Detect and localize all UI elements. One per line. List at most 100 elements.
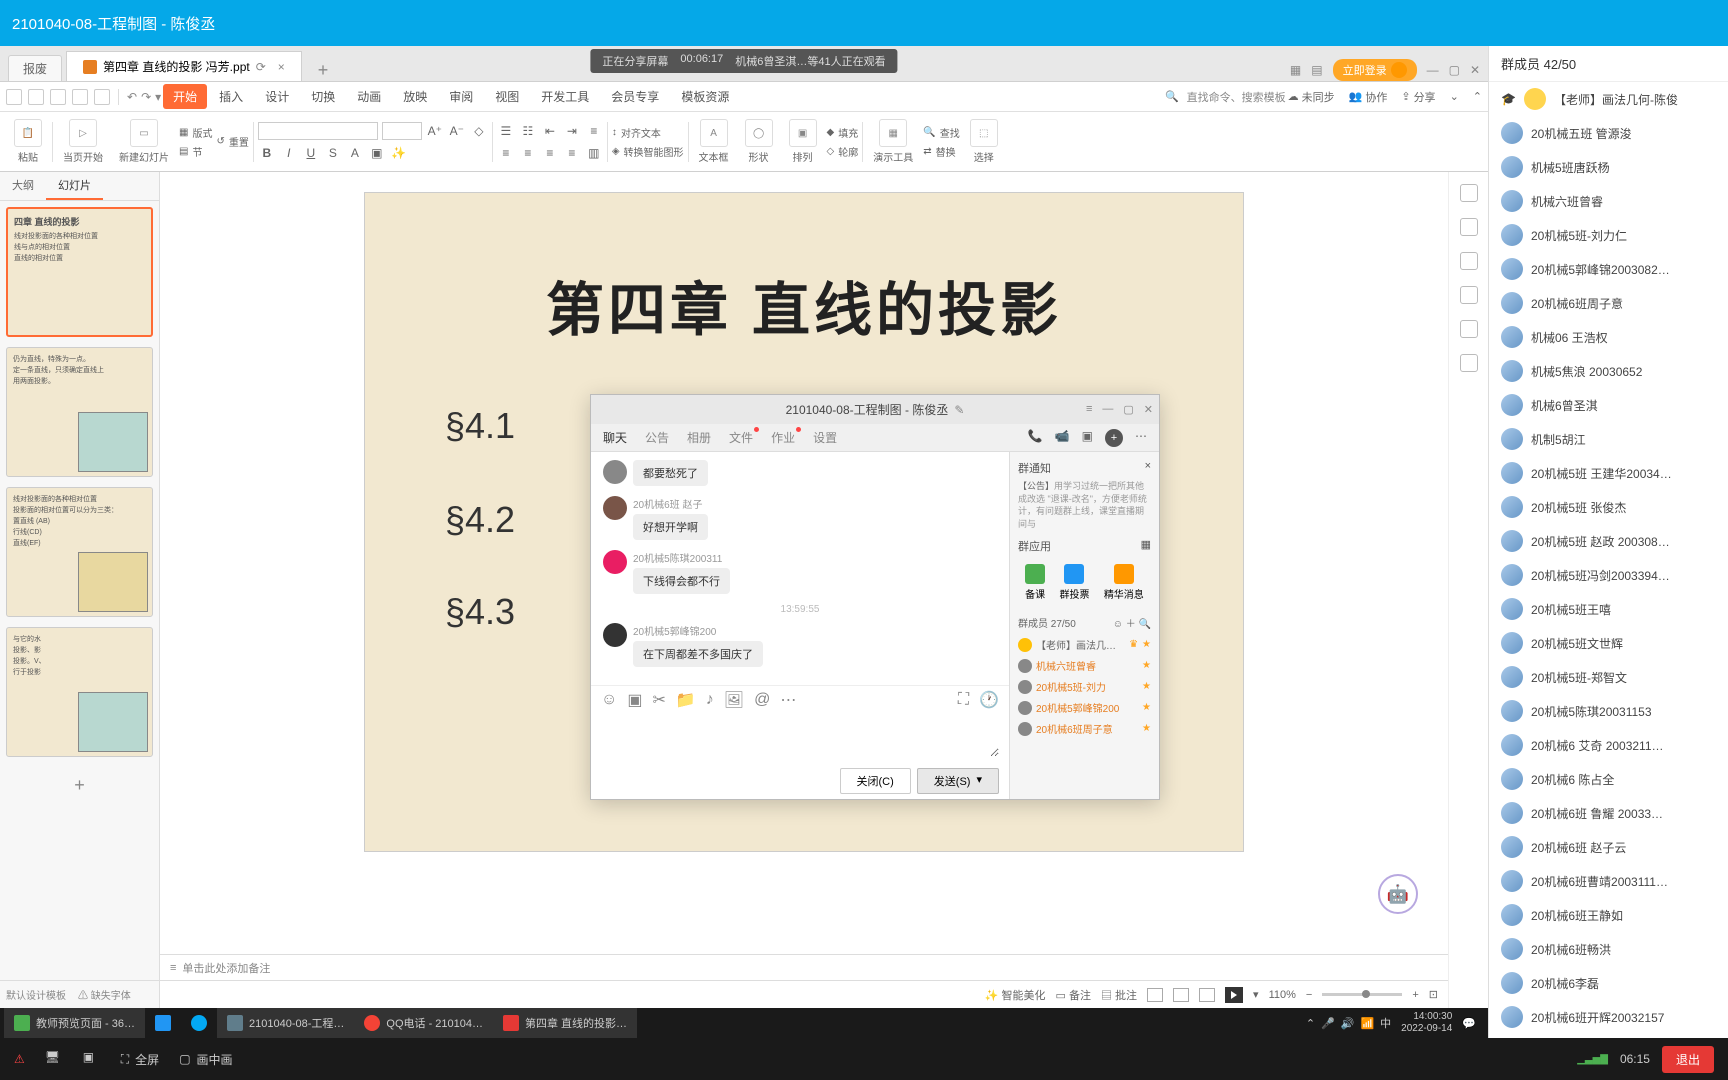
menu-transition[interactable]: 切换 <box>301 84 345 109</box>
participant-row[interactable]: 🎓【老师】画法几何-陈俊 <box>1489 82 1728 116</box>
menu-dev[interactable]: 开发工具 <box>531 84 599 109</box>
layout-icon[interactable]: ▤ <box>1311 63 1322 77</box>
exit-button[interactable]: 退出 <box>1662 1046 1714 1073</box>
notes-toggle[interactable]: ▭ 备注 <box>1056 987 1091 1003</box>
at-icon[interactable]: @ <box>754 691 770 709</box>
menu-vip[interactable]: 会员专享 <box>601 84 669 109</box>
participant-row[interactable]: 20机械5班-刘力仁 <box>1489 218 1728 252</box>
thumb-4[interactable]: 与它的水 投影、影 投影。V、 行于投影 <box>6 627 153 757</box>
add-icon[interactable]: ☺ <box>1113 619 1123 630</box>
dropdown-icon[interactable]: ▾ <box>155 90 161 104</box>
avatar-icon[interactable] <box>603 550 627 574</box>
sync-button[interactable]: ☁ 未同步 <box>1288 89 1335 105</box>
apps-grid-icon[interactable]: ▦ <box>1141 538 1151 554</box>
align-right-icon[interactable]: ≡ <box>541 144 559 162</box>
app-essence[interactable]: 精华消息 <box>1104 564 1144 601</box>
find-icon[interactable]: 🔍 <box>923 127 935 138</box>
clear-fmt-icon[interactable]: ◇ <box>470 122 488 140</box>
font-select[interactable] <box>258 122 378 140</box>
participant-row[interactable]: 20机械6班周子意 <box>1489 286 1728 320</box>
replace-icon[interactable]: ⇄ <box>923 146 931 157</box>
menu-insert[interactable]: 插入 <box>209 84 253 109</box>
taskbar-item[interactable] <box>181 1008 217 1038</box>
wifi-icon[interactable]: 📶 <box>1360 1017 1374 1030</box>
fullscreen-button[interactable]: ⛶ 全屏 <box>121 1051 159 1068</box>
minimize-icon[interactable]: — <box>1102 403 1113 416</box>
screen-share-icon[interactable]: ▣ <box>1082 429 1093 447</box>
close-icon[interactable]: ✕ <box>1144 403 1153 416</box>
layout-icon[interactable]: ▦ <box>179 127 188 138</box>
pip-button[interactable]: ▢ 画中画 <box>179 1051 232 1068</box>
menu-template[interactable]: 模板资源 <box>671 84 739 109</box>
image-icon[interactable]: 🖼 <box>724 690 744 710</box>
avatar-icon[interactable] <box>603 496 627 520</box>
fit-icon[interactable]: ⊡ <box>1429 988 1438 1001</box>
minimize-icon[interactable]: — <box>1427 63 1439 77</box>
qq-tab-chat[interactable]: 聊天 <box>603 429 627 446</box>
more-tools-icon[interactable]: ⋯ <box>780 690 796 710</box>
participant-row[interactable]: 20机械5班 赵政 200308… <box>1489 524 1728 558</box>
add-member-icon[interactable]: ＋ <box>1126 619 1136 630</box>
tool-3-icon[interactable] <box>1460 252 1478 270</box>
add-tab-button[interactable]: + <box>310 60 337 81</box>
qq-titlebar[interactable]: 2101040-08-工程制图 - 陈俊丞 ✎ ≡ — ▢ ✕ <box>591 395 1159 424</box>
participant-row[interactable]: 机械5焦浪 20030652 <box>1489 354 1728 388</box>
italic-icon[interactable]: I <box>280 144 298 162</box>
tool-2-icon[interactable] <box>1460 218 1478 236</box>
participant-row[interactable]: 机械06 王浩权 <box>1489 320 1728 354</box>
member-row[interactable]: 20机械5郭峰锦200 ★ <box>1018 697 1151 718</box>
taskbar-item[interactable]: 教师预览页面 - 36… <box>4 1008 145 1038</box>
comments-toggle[interactable]: ▤ 批注 <box>1101 987 1137 1003</box>
qq-tab-homework[interactable]: 作业 <box>771 429 795 446</box>
tool-select[interactable]: ⬚ 选择 <box>964 119 1004 164</box>
participant-row[interactable]: 20机械5班 王建华20034… <box>1489 456 1728 490</box>
participant-row[interactable]: 20机械6班开辉20032157 <box>1489 1000 1728 1034</box>
participant-row[interactable]: 20机械5郭峰锦2003082… <box>1489 252 1728 286</box>
more-icon[interactable]: ⋯ <box>1135 429 1147 447</box>
music-icon[interactable]: ♪ <box>706 691 714 709</box>
tool-5-icon[interactable] <box>1460 320 1478 338</box>
qq-tab-file[interactable]: 文件 <box>729 429 753 446</box>
effects-icon[interactable]: ✨ <box>390 144 408 162</box>
participant-row[interactable]: 20机械6班王静如 <box>1489 898 1728 932</box>
participant-row[interactable]: 20机械5班-郑智文 <box>1489 660 1728 694</box>
notes-bar[interactable]: ≡ 单击此处添加备注 <box>160 954 1448 980</box>
qq-tab-notice[interactable]: 公告 <box>645 429 669 446</box>
menu-slideshow[interactable]: 放映 <box>393 84 437 109</box>
tool-1-icon[interactable] <box>1460 184 1478 202</box>
refresh-icon[interactable]: ⟳ <box>256 60 266 74</box>
gif-icon[interactable]: ▣ <box>627 690 642 710</box>
folder-icon[interactable]: 📁 <box>676 690 696 710</box>
smartart-icon[interactable]: ◈ <box>612 146 620 157</box>
add-slide-button[interactable]: + <box>6 767 153 804</box>
align-center-icon[interactable]: ≡ <box>519 144 537 162</box>
coop-button[interactable]: 👥 协作 <box>1349 89 1388 105</box>
text-direction-icon[interactable]: ↕ <box>612 127 617 138</box>
avatar-icon[interactable] <box>603 623 627 647</box>
taskbar-item[interactable] <box>145 1008 181 1038</box>
participant-row[interactable]: 20机械5班王嘻 <box>1489 592 1728 626</box>
save-icon[interactable] <box>50 89 66 105</box>
tool-demo[interactable]: ▦ 演示工具 <box>867 119 919 164</box>
participant-row[interactable]: 机械6曾圣淇 <box>1489 388 1728 422</box>
line-spacing-icon[interactable]: ≡ <box>585 122 603 140</box>
zoom-slider[interactable] <box>1322 993 1402 996</box>
nav-tab-outline[interactable]: 大纲 <box>0 172 46 200</box>
expand-icon[interactable]: ⛶ <box>958 691 969 709</box>
member-row[interactable]: 【老师】画法几… ♛ ★ <box>1018 634 1151 655</box>
menu-animation[interactable]: 动画 <box>347 84 391 109</box>
participant-row[interactable]: 20级机械5 宋梓裕 <box>1489 1034 1728 1038</box>
print-icon[interactable] <box>72 89 88 105</box>
message-input[interactable] <box>601 719 999 757</box>
tool-start[interactable]: ▷ 当页开始 <box>57 119 109 164</box>
view-sorter-icon[interactable] <box>1173 988 1189 1002</box>
number-icon[interactable]: ☷ <box>519 122 537 140</box>
maximize-icon[interactable]: ▢ <box>1449 63 1460 77</box>
align-left-icon[interactable]: ≡ <box>497 144 515 162</box>
participant-row[interactable]: 20机械五班 管源浚 <box>1489 116 1728 150</box>
close-button[interactable]: 关闭(C) <box>840 768 911 794</box>
qq-tab-album[interactable]: 相册 <box>687 429 711 446</box>
zoom-out-icon[interactable]: − <box>1306 989 1312 1001</box>
undo-icon[interactable]: ↶ <box>127 90 137 104</box>
edit-icon[interactable]: ✎ <box>954 403 964 417</box>
